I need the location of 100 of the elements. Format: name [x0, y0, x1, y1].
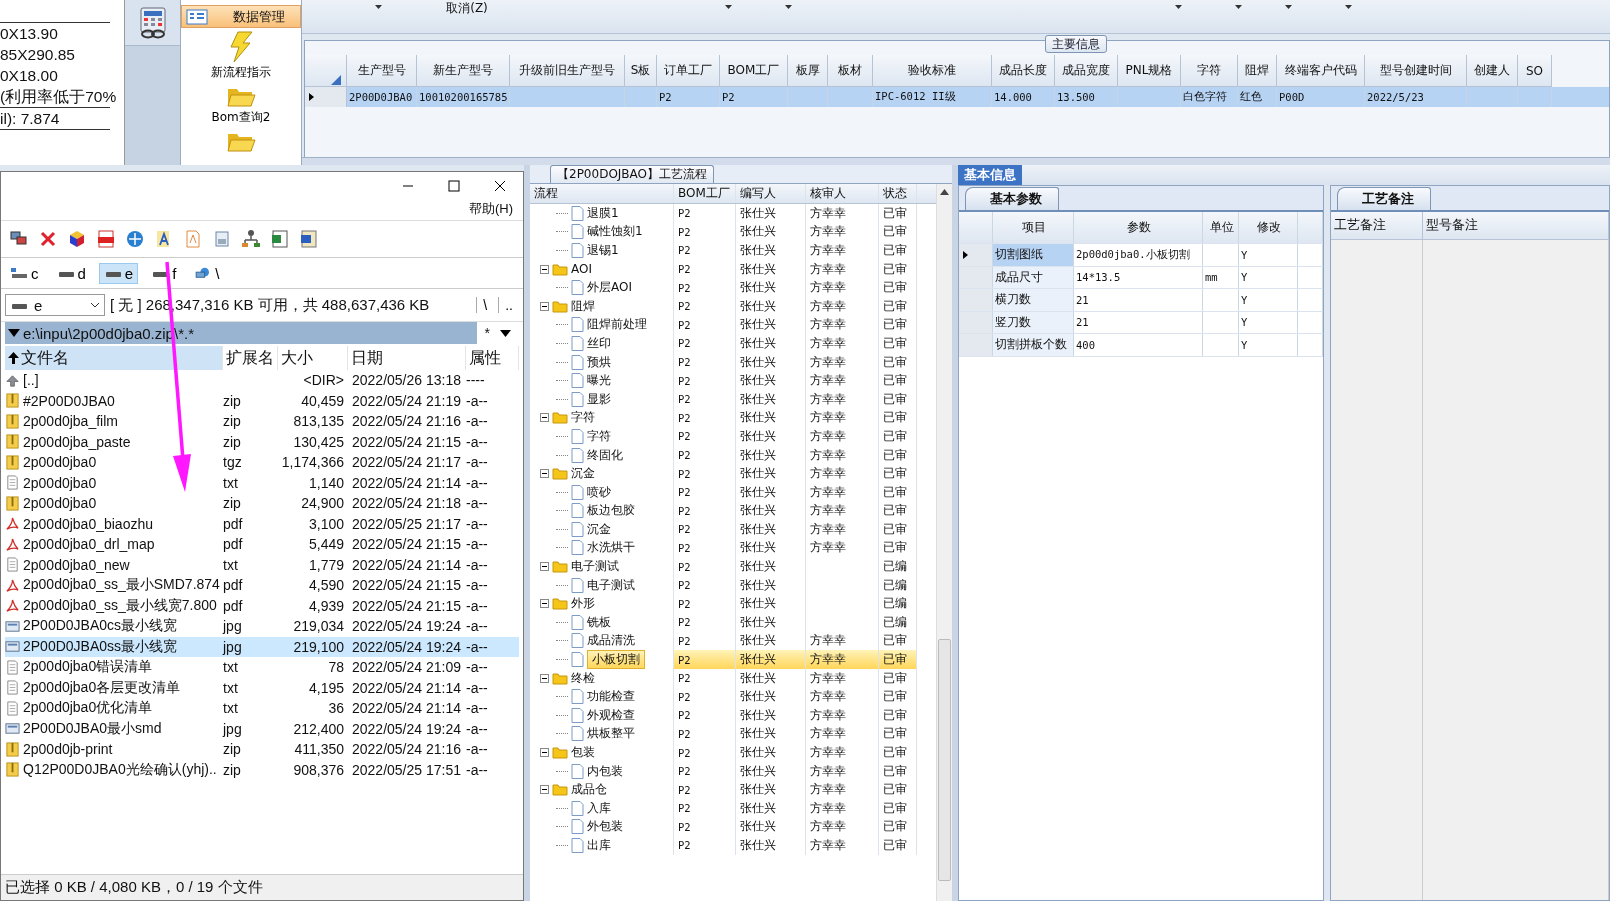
file-row[interactable]: 2p00d0jba0 zip 24,900 2022/05/24 21:18 -a-- — [5, 493, 519, 514]
column-header[interactable]: 修改 — [1239, 212, 1298, 243]
root-button[interactable]: \ — [476, 297, 494, 313]
tree-item[interactable]: 字符 — [587, 427, 611, 445]
close-icon[interactable] — [38, 229, 58, 249]
file-row[interactable]: Q12P00D0JBA0光绘确认(yhj).. zip 908,376 2022/05/25 17:51 -a-- — [5, 759, 519, 780]
tree-item[interactable]: 外形 — [571, 595, 595, 613]
tree-item[interactable]: 水洗烘干 — [587, 539, 635, 557]
drive-dropdown[interactable]: e — [5, 294, 105, 316]
tree-item[interactable]: 小板切割 — [587, 650, 645, 669]
tree-item[interactable]: 沉金 — [587, 520, 611, 538]
tree-item[interactable]: 外观检查 — [587, 706, 635, 724]
column-header[interactable]: BOM工厂 — [720, 55, 788, 87]
column-header[interactable]: 升级前旧生产型号 — [510, 55, 625, 87]
tree-item[interactable]: 烘板整平 — [587, 725, 635, 743]
column-header[interactable]: 工艺备注 — [1331, 212, 1423, 239]
tree-item[interactable]: 字符 — [571, 409, 595, 427]
column-header[interactable]: S板 — [625, 55, 657, 87]
cube-icon[interactable] — [67, 229, 87, 249]
column-header[interactable]: 生产型号 — [347, 55, 417, 87]
tree-item[interactable]: 内包装 — [587, 762, 623, 780]
file-row[interactable]: 2p00d0jba0_drl_map pdf 5,449 2022/05/24 21:15 -a-- — [5, 534, 519, 555]
collapse-icon[interactable] — [540, 301, 549, 311]
column-header[interactable]: 属性 — [466, 346, 519, 370]
file-row[interactable]: 2P00D0JBA0最小smd jpg 212,400 2022/05/24 19:24 -a-- — [5, 718, 519, 739]
column-header[interactable]: 板材 — [828, 55, 873, 87]
word-document-icon[interactable] — [299, 229, 319, 249]
tree-item[interactable]: 板边包胶 — [587, 502, 635, 520]
file-row[interactable]: 2p00d0jba0 tgz 1,174,366 2022/05/24 21:17 -a-- — [5, 452, 519, 473]
column-header[interactable]: 新生产型号 — [417, 55, 510, 87]
file-row[interactable]: 2p00d0jba_paste zip 130,425 2022/05/24 21:15 -a-- — [5, 431, 519, 452]
tree-item[interactable]: AOI — [571, 262, 592, 277]
tree-item[interactable]: 丝印 — [587, 334, 611, 352]
file-row[interactable]: 2p00d0jba0优化清单 txt 36 2022/05/24 21:14 -a-- — [5, 698, 519, 719]
column-header[interactable]: 验收标准 — [873, 55, 992, 87]
scroll-up-icon[interactable] — [940, 189, 949, 195]
tree-item[interactable]: 碱性蚀刻1 — [587, 223, 643, 241]
column-header[interactable]: 字符 — [1181, 55, 1238, 87]
column-header[interactable]: 状态 — [879, 184, 917, 203]
drive-button[interactable]: d — [51, 262, 91, 284]
section-header[interactable]: 数据管理 — [181, 5, 301, 28]
column-header[interactable]: 订单工厂 — [657, 55, 720, 87]
tree-item[interactable]: 外层AOI — [587, 279, 632, 297]
tree-item[interactable]: 喷砂 — [587, 483, 611, 501]
tree-item[interactable]: 退锡1 — [587, 242, 619, 259]
column-header[interactable]: PNL规格 — [1118, 55, 1181, 87]
column-header[interactable]: 终端客户代码 — [1277, 55, 1365, 87]
dropdown-arrow-icon[interactable] — [1285, 5, 1292, 9]
dropdown-arrow-icon[interactable] — [785, 5, 792, 9]
collapse-icon[interactable] — [540, 673, 549, 683]
tree-item[interactable]: 阻焊 — [571, 297, 595, 315]
column-header[interactable]: 成品宽度 — [1055, 55, 1118, 87]
file-row[interactable]: 2p00d0jba0_ss_最小线宽7.800 pdf 4,939 2022/05/24 21:15 -a-- — [5, 595, 519, 616]
file-row[interactable]: 2P00D0JBA0ss最小线宽 jpg 219,100 2022/05/24 19:24 -a-- — [5, 636, 519, 657]
nav-item[interactable]: 新流程指示 — [211, 31, 271, 81]
file-row[interactable]: [..] <DIR> 2022/05/26 13:18 ---- — [5, 370, 519, 391]
file-row[interactable]: 2p00d0jba0 txt 1,140 2022/05/24 21:14 -a-- — [5, 472, 519, 493]
grid-row[interactable]: 2P00D0JBA0 10010200165785 P2 P2 IPC-6012 II级 14.000 13.500 白色字符 红色 P00D 2022/5/23 — [305, 87, 1609, 107]
column-header[interactable]: 大小 — [278, 346, 348, 370]
collapse-icon[interactable] — [540, 469, 549, 479]
column-header[interactable]: 扩展名 — [223, 346, 278, 370]
panel-tab[interactable]: 【2P00DOJBAO】工艺流程 — [550, 165, 715, 183]
tree-item[interactable]: 成品清洗 — [587, 632, 635, 650]
file-row[interactable]: 2P00D0JBA0cs最小线宽 jpg 219,034 2022/05/24 19:24 -a-- — [5, 616, 519, 637]
collapse-icon[interactable] — [540, 264, 549, 274]
column-header[interactable]: 核审人 — [806, 184, 879, 203]
column-header[interactable]: 型号备注 — [1423, 212, 1609, 239]
calculator-icon[interactable] — [138, 6, 167, 39]
file-row[interactable]: 2p00d0jba0各层更改清单 txt 4,195 2022/05/24 21:14 -a-- — [5, 677, 519, 698]
tree-item[interactable]: 包装 — [571, 744, 595, 761]
dropdown-arrow-icon[interactable] — [1175, 5, 1182, 9]
file-row[interactable]: #2P00D0JBA0 zip 40,459 2022/05/24 21:19 -a-- — [5, 390, 519, 411]
sub-tab[interactable]: 基本参数 — [965, 187, 1059, 210]
file-row[interactable]: 2p00d0jba0错误清单 txt 78 2022/05/24 21:09 -a-- — [5, 657, 519, 678]
tree-item[interactable]: 终检 — [571, 669, 595, 687]
drive-button[interactable]: e — [98, 262, 139, 284]
row-header[interactable] — [959, 244, 993, 266]
collapse-icon[interactable] — [540, 413, 549, 423]
dropdown-arrow-icon[interactable] — [725, 5, 732, 9]
scrollbar[interactable] — [936, 184, 952, 901]
spreadsheet-icon[interactable] — [270, 229, 290, 249]
file-row[interactable]: 2p00d0jba0_biaozhu pdf 3,100 2022/05/25 21:17 -a-- — [5, 513, 519, 534]
column-header[interactable]: 流程 — [530, 184, 674, 203]
column-header[interactable]: 成品长度 — [992, 55, 1055, 87]
column-header[interactable]: 型号创建时间 — [1365, 55, 1467, 87]
tree-item[interactable]: 铣板 — [587, 613, 611, 631]
tree-item[interactable]: 外包装 — [587, 818, 623, 836]
dropdown-arrow-icon[interactable] — [1235, 5, 1242, 9]
column-header[interactable]: 参数 — [1074, 212, 1203, 243]
collapse-icon[interactable] — [540, 785, 549, 795]
column-header[interactable]: 板厚 — [788, 55, 828, 87]
file-row[interactable]: 2p00d0jb-print zip 411,350 2022/05/24 21:16 -a-- — [5, 739, 519, 760]
column-header[interactable]: 编写人 — [736, 184, 806, 203]
column-header[interactable]: 单位 — [1203, 212, 1239, 243]
drive-button[interactable]: \ — [189, 262, 225, 284]
drive-button[interactable]: c — [5, 262, 44, 284]
filter-dropdown[interactable]: * — [476, 325, 519, 341]
column-header[interactable]: 项目 — [993, 212, 1074, 243]
cancel-menu-item[interactable]: 取消(Z) — [446, 0, 488, 17]
tree-item[interactable]: 功能检查 — [587, 688, 635, 706]
